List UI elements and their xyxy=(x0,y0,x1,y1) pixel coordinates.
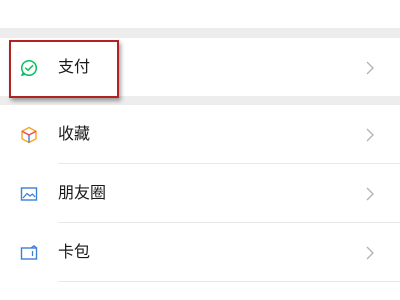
cube-icon xyxy=(21,126,37,144)
services-section: 收藏 朋友圈 卡包 xyxy=(0,105,400,300)
chevron-right-icon xyxy=(366,187,374,201)
pay-section: 支付 xyxy=(0,38,400,96)
menu-item-cards[interactable]: 卡包 xyxy=(0,223,400,281)
chevron-right-icon xyxy=(366,128,374,142)
menu-item-favorites[interactable]: 收藏 xyxy=(0,105,400,163)
wallet-icon xyxy=(20,245,38,260)
menu-item-moments-label: 朋友圈 xyxy=(58,183,107,202)
picture-icon xyxy=(20,187,38,201)
menu-item-cards-label: 卡包 xyxy=(58,242,91,261)
chevron-right-icon xyxy=(366,61,374,75)
top-strip xyxy=(0,0,400,28)
pay-icon xyxy=(20,59,38,77)
menu-item-pay[interactable]: 支付 xyxy=(0,38,400,96)
me-menu-page: 支付 收藏 朋友圈 卡包 xyxy=(0,0,400,300)
chevron-right-icon xyxy=(366,246,374,260)
menu-item-moments[interactable]: 朋友圈 xyxy=(0,164,400,222)
divider xyxy=(58,281,400,282)
menu-item-pay-label: 支付 xyxy=(58,57,91,76)
menu-item-favorites-label: 收藏 xyxy=(58,124,91,143)
